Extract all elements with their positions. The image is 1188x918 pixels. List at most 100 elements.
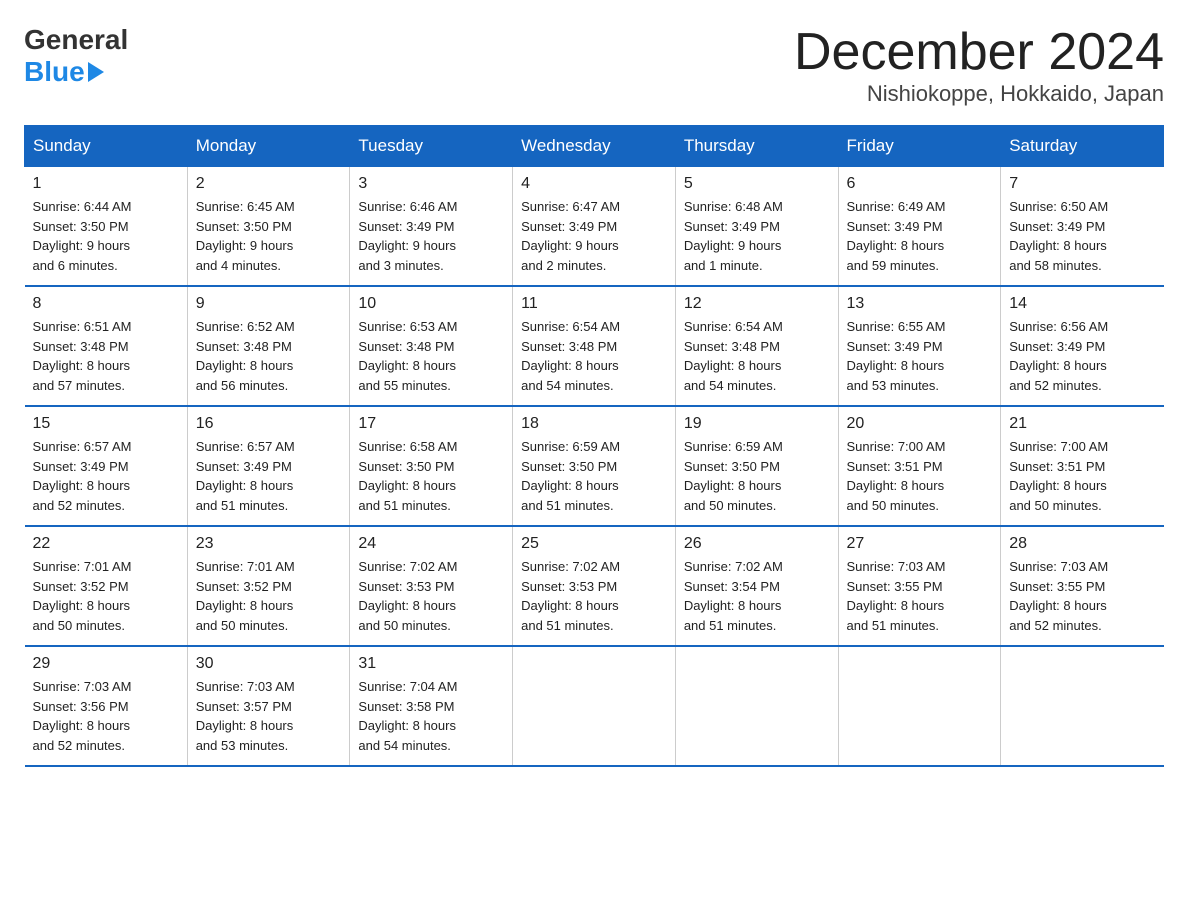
day-number: 6	[847, 175, 993, 193]
day-number: 17	[358, 415, 504, 433]
calendar-title: December 2024	[794, 24, 1164, 81]
calendar-cell: 22 Sunrise: 7:01 AMSunset: 3:52 PMDaylig…	[25, 526, 188, 646]
day-number: 30	[196, 655, 342, 673]
day-number: 8	[33, 295, 179, 313]
day-info: Sunrise: 7:03 AMSunset: 3:55 PMDaylight:…	[1009, 557, 1155, 635]
day-info: Sunrise: 7:03 AMSunset: 3:56 PMDaylight:…	[33, 677, 179, 755]
day-info: Sunrise: 6:49 AMSunset: 3:49 PMDaylight:…	[847, 197, 993, 275]
day-number: 24	[358, 535, 504, 553]
day-info: Sunrise: 6:46 AMSunset: 3:49 PMDaylight:…	[358, 197, 504, 275]
day-number: 23	[196, 535, 342, 553]
day-info: Sunrise: 7:00 AMSunset: 3:51 PMDaylight:…	[1009, 437, 1155, 515]
day-number: 18	[521, 415, 667, 433]
day-number: 16	[196, 415, 342, 433]
day-info: Sunrise: 6:45 AMSunset: 3:50 PMDaylight:…	[196, 197, 342, 275]
calendar-cell: 19 Sunrise: 6:59 AMSunset: 3:50 PMDaylig…	[675, 406, 838, 526]
day-info: Sunrise: 7:00 AMSunset: 3:51 PMDaylight:…	[847, 437, 993, 515]
day-info: Sunrise: 6:54 AMSunset: 3:48 PMDaylight:…	[684, 317, 830, 395]
day-number: 5	[684, 175, 830, 193]
calendar-cell: 23 Sunrise: 7:01 AMSunset: 3:52 PMDaylig…	[187, 526, 350, 646]
calendar-cell: 21 Sunrise: 7:00 AMSunset: 3:51 PMDaylig…	[1001, 406, 1164, 526]
calendar-cell: 3 Sunrise: 6:46 AMSunset: 3:49 PMDayligh…	[350, 167, 513, 287]
calendar-cell: 1 Sunrise: 6:44 AMSunset: 3:50 PMDayligh…	[25, 167, 188, 287]
day-info: Sunrise: 7:04 AMSunset: 3:58 PMDaylight:…	[358, 677, 504, 755]
day-info: Sunrise: 6:55 AMSunset: 3:49 PMDaylight:…	[847, 317, 993, 395]
day-number: 4	[521, 175, 667, 193]
calendar-cell: 20 Sunrise: 7:00 AMSunset: 3:51 PMDaylig…	[838, 406, 1001, 526]
calendar-week-row: 29 Sunrise: 7:03 AMSunset: 3:56 PMDaylig…	[25, 646, 1164, 766]
day-info: Sunrise: 6:52 AMSunset: 3:48 PMDaylight:…	[196, 317, 342, 395]
calendar-cell: 15 Sunrise: 6:57 AMSunset: 3:49 PMDaylig…	[25, 406, 188, 526]
day-number: 7	[1009, 175, 1155, 193]
calendar-cell: 27 Sunrise: 7:03 AMSunset: 3:55 PMDaylig…	[838, 526, 1001, 646]
weekday-header-thursday: Thursday	[675, 126, 838, 167]
calendar-subtitle: Nishiokoppe, Hokkaido, Japan	[794, 81, 1164, 107]
calendar-cell: 16 Sunrise: 6:57 AMSunset: 3:49 PMDaylig…	[187, 406, 350, 526]
day-number: 11	[521, 295, 667, 313]
day-info: Sunrise: 6:59 AMSunset: 3:50 PMDaylight:…	[521, 437, 667, 515]
calendar-cell	[1001, 646, 1164, 766]
calendar-cell	[675, 646, 838, 766]
logo-blue-text: Blue	[24, 56, 85, 88]
day-info: Sunrise: 6:48 AMSunset: 3:49 PMDaylight:…	[684, 197, 830, 275]
day-number: 20	[847, 415, 993, 433]
day-info: Sunrise: 6:47 AMSunset: 3:49 PMDaylight:…	[521, 197, 667, 275]
day-info: Sunrise: 6:44 AMSunset: 3:50 PMDaylight:…	[33, 197, 179, 275]
calendar-cell: 25 Sunrise: 7:02 AMSunset: 3:53 PMDaylig…	[513, 526, 676, 646]
day-info: Sunrise: 7:01 AMSunset: 3:52 PMDaylight:…	[33, 557, 179, 635]
day-number: 2	[196, 175, 342, 193]
calendar-cell: 12 Sunrise: 6:54 AMSunset: 3:48 PMDaylig…	[675, 286, 838, 406]
day-info: Sunrise: 6:56 AMSunset: 3:49 PMDaylight:…	[1009, 317, 1155, 395]
calendar-cell	[838, 646, 1001, 766]
calendar-cell: 28 Sunrise: 7:03 AMSunset: 3:55 PMDaylig…	[1001, 526, 1164, 646]
day-number: 22	[33, 535, 179, 553]
day-number: 15	[33, 415, 179, 433]
calendar-cell: 4 Sunrise: 6:47 AMSunset: 3:49 PMDayligh…	[513, 167, 676, 287]
calendar-cell: 17 Sunrise: 6:58 AMSunset: 3:50 PMDaylig…	[350, 406, 513, 526]
day-number: 19	[684, 415, 830, 433]
weekday-header-row: SundayMondayTuesdayWednesdayThursdayFrid…	[25, 126, 1164, 167]
calendar-week-row: 8 Sunrise: 6:51 AMSunset: 3:48 PMDayligh…	[25, 286, 1164, 406]
weekday-header-sunday: Sunday	[25, 126, 188, 167]
day-info: Sunrise: 6:50 AMSunset: 3:49 PMDaylight:…	[1009, 197, 1155, 275]
day-number: 31	[358, 655, 504, 673]
logo-arrow-icon	[88, 62, 104, 82]
day-info: Sunrise: 6:54 AMSunset: 3:48 PMDaylight:…	[521, 317, 667, 395]
weekday-header-friday: Friday	[838, 126, 1001, 167]
day-number: 28	[1009, 535, 1155, 553]
day-number: 27	[847, 535, 993, 553]
calendar-cell: 8 Sunrise: 6:51 AMSunset: 3:48 PMDayligh…	[25, 286, 188, 406]
day-number: 12	[684, 295, 830, 313]
day-number: 3	[358, 175, 504, 193]
calendar-cell: 2 Sunrise: 6:45 AMSunset: 3:50 PMDayligh…	[187, 167, 350, 287]
day-info: Sunrise: 6:59 AMSunset: 3:50 PMDaylight:…	[684, 437, 830, 515]
page-header: General Blue December 2024 Nishiokoppe, …	[24, 24, 1164, 107]
calendar-week-row: 22 Sunrise: 7:01 AMSunset: 3:52 PMDaylig…	[25, 526, 1164, 646]
day-number: 14	[1009, 295, 1155, 313]
calendar-cell: 14 Sunrise: 6:56 AMSunset: 3:49 PMDaylig…	[1001, 286, 1164, 406]
day-info: Sunrise: 6:57 AMSunset: 3:49 PMDaylight:…	[196, 437, 342, 515]
weekday-header-wednesday: Wednesday	[513, 126, 676, 167]
day-info: Sunrise: 7:02 AMSunset: 3:54 PMDaylight:…	[684, 557, 830, 635]
calendar-cell: 26 Sunrise: 7:02 AMSunset: 3:54 PMDaylig…	[675, 526, 838, 646]
calendar-cell: 13 Sunrise: 6:55 AMSunset: 3:49 PMDaylig…	[838, 286, 1001, 406]
calendar-cell: 5 Sunrise: 6:48 AMSunset: 3:49 PMDayligh…	[675, 167, 838, 287]
day-info: Sunrise: 7:03 AMSunset: 3:57 PMDaylight:…	[196, 677, 342, 755]
day-info: Sunrise: 7:03 AMSunset: 3:55 PMDaylight:…	[847, 557, 993, 635]
calendar-cell: 6 Sunrise: 6:49 AMSunset: 3:49 PMDayligh…	[838, 167, 1001, 287]
day-number: 26	[684, 535, 830, 553]
day-number: 29	[33, 655, 179, 673]
day-number: 13	[847, 295, 993, 313]
day-info: Sunrise: 6:57 AMSunset: 3:49 PMDaylight:…	[33, 437, 179, 515]
calendar-cell: 24 Sunrise: 7:02 AMSunset: 3:53 PMDaylig…	[350, 526, 513, 646]
day-info: Sunrise: 6:58 AMSunset: 3:50 PMDaylight:…	[358, 437, 504, 515]
logo-blue-row: Blue	[24, 56, 104, 88]
calendar-week-row: 15 Sunrise: 6:57 AMSunset: 3:49 PMDaylig…	[25, 406, 1164, 526]
day-number: 25	[521, 535, 667, 553]
calendar-cell: 11 Sunrise: 6:54 AMSunset: 3:48 PMDaylig…	[513, 286, 676, 406]
logo: General Blue	[24, 24, 128, 88]
calendar-cell: 10 Sunrise: 6:53 AMSunset: 3:48 PMDaylig…	[350, 286, 513, 406]
day-number: 1	[33, 175, 179, 193]
calendar-cell: 31 Sunrise: 7:04 AMSunset: 3:58 PMDaylig…	[350, 646, 513, 766]
weekday-header-tuesday: Tuesday	[350, 126, 513, 167]
